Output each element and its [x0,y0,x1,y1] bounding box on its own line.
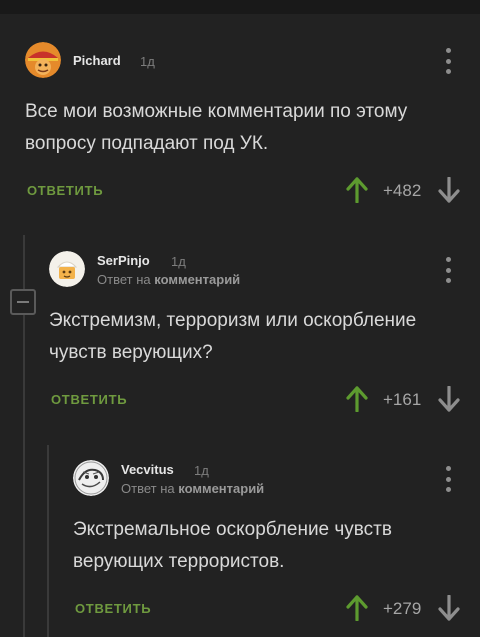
reply-to-target[interactable]: комментарий [178,481,264,496]
arrow-up-icon[interactable] [346,595,368,621]
username[interactable]: Pichard [73,53,121,68]
reply-to[interactable]: Ответ на комментарий [97,272,240,287]
more-vertical-icon[interactable] [443,466,453,492]
arrow-down-icon[interactable] [438,177,460,203]
more-vertical-icon[interactable] [443,48,453,74]
reply-button[interactable]: ОТВЕТИТЬ [51,392,127,407]
reply-button[interactable]: ОТВЕТИТЬ [27,183,103,198]
arrow-down-icon[interactable] [438,386,460,412]
comment-text: Экстремальное оскорбление чувств верующи… [73,519,392,572]
comment-time: 1д [194,463,209,478]
avatar[interactable] [73,460,109,496]
username[interactable]: SerPinjo [97,253,150,268]
collapse-thread-button[interactable] [10,289,36,315]
arrow-up-icon[interactable] [346,177,368,203]
top-bar [0,0,480,14]
username[interactable]: Vecvitus [121,462,174,477]
reply-to[interactable]: Ответ на комментарий [121,481,264,496]
arrow-up-icon[interactable] [346,386,368,412]
comment-text: Все мои возможные комментарии по этому в… [25,101,408,154]
thread-line-level-2[interactable] [47,445,49,637]
reply-button[interactable]: ОТВЕТИТЬ [75,601,151,616]
reply-to-prefix: Ответ на [97,272,151,287]
more-vertical-icon[interactable] [443,257,453,283]
rating: +161 [383,390,422,409]
comment-time: 1д [171,254,186,269]
avatar[interactable] [25,42,61,78]
arrow-down-icon[interactable] [438,595,460,621]
reply-to-prefix: Ответ на [121,481,175,496]
comment-text: Экстремизм, терроризм или оскорбление чу… [49,310,417,363]
comment-time: 1д [140,54,155,69]
avatar[interactable] [49,251,85,287]
reply-to-target[interactable]: комментарий [154,272,240,287]
rating: +279 [383,599,422,618]
rating: +482 [383,181,422,200]
